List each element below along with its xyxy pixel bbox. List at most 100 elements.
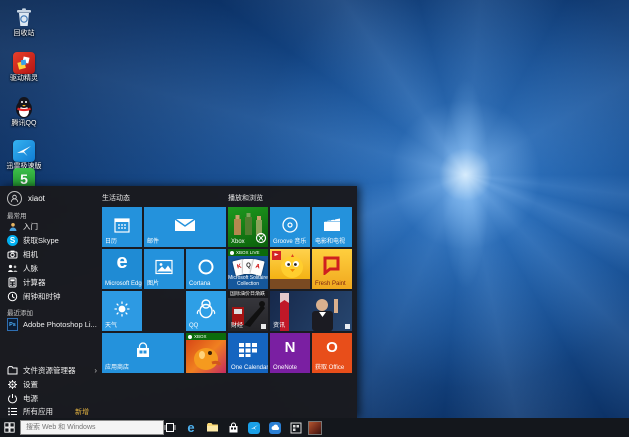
section-most-used: 最常用	[7, 210, 27, 220]
new-apps-badge: 新增	[75, 407, 89, 417]
tile-mail[interactable]: 邮件	[144, 207, 226, 247]
camera-icon	[7, 249, 18, 260]
qq-outline-icon	[196, 298, 216, 320]
photos-icon	[155, 260, 173, 275]
tile-onenote[interactable]: N OneNote	[270, 333, 310, 373]
task-view-button[interactable]	[163, 421, 177, 434]
tile-photos[interactable]: 图片	[144, 249, 184, 289]
taskbar-file-explorer-button[interactable]	[205, 421, 219, 434]
skype-icon: S	[7, 235, 18, 246]
tile-news[interactable]: 资讯	[270, 291, 352, 331]
folder-icon	[206, 422, 219, 433]
tile-label: 日历	[105, 239, 117, 245]
taskbar-metro-app-button[interactable]	[289, 421, 303, 434]
menu-item-file-explorer[interactable]: 文件资源管理器 ›	[7, 364, 97, 377]
thunder-bird-icon	[248, 422, 260, 434]
thunder-bird-icon	[13, 140, 35, 162]
sun-icon	[113, 300, 131, 318]
clock-icon	[7, 291, 18, 302]
taskbar-netdisk-button[interactable]	[268, 421, 282, 434]
xbox-badge: XBOX	[186, 333, 226, 340]
tile-edge[interactable]: e Microsoft Edge	[102, 249, 142, 289]
playing-card: A	[250, 259, 264, 276]
menu-item-label: 相机	[23, 249, 38, 260]
office-icon: O	[312, 339, 352, 356]
tile-label: 资讯	[273, 323, 285, 329]
tile-chick-game[interactable]	[270, 249, 310, 289]
taskbar-photo-viewer-button[interactable]	[308, 421, 322, 434]
fresh-paint-icon	[321, 255, 343, 275]
menu-item-get-skype[interactable]: S 获取Skype	[7, 234, 97, 247]
power-icon	[7, 393, 18, 404]
tile-xbox-game[interactable]: XBOX	[186, 333, 226, 373]
tile-label: 获取 Office	[315, 365, 344, 371]
menu-item-settings[interactable]: 设置	[7, 378, 97, 391]
menu-item-all-apps[interactable]: 所有应用 新增	[7, 405, 97, 418]
menu-item-label: 人脉	[23, 263, 38, 274]
onenote-icon: N	[270, 339, 310, 356]
get-started-icon	[7, 221, 18, 232]
tile-label: 财经	[231, 323, 243, 329]
xbox-live-badge: XBOX LIVE	[228, 249, 268, 256]
desktop-icon-label: 驱动精灵	[2, 75, 46, 83]
tile-store[interactable]: 应用商店	[102, 333, 184, 373]
xbox-ball-icon	[188, 335, 192, 339]
calendar-icon	[113, 216, 131, 234]
windows-logo-icon	[4, 422, 15, 433]
tile-label: Groove 音乐	[273, 239, 306, 245]
chick-art	[270, 249, 310, 289]
tile-label: QQ	[189, 323, 198, 329]
start-button[interactable]	[0, 418, 19, 437]
desktop-icon-tencent-qq[interactable]: 腾讯QQ	[2, 95, 46, 128]
tile-calendar[interactable]: 日历	[102, 207, 142, 247]
menu-item-alarms-clock[interactable]: 闹钟和时钟	[7, 290, 97, 303]
chevron-right-icon[interactable]: ›	[94, 366, 97, 375]
tile-cortana[interactable]: Cortana	[186, 249, 226, 289]
desktop-icon-recycle-bin[interactable]: 回收站	[2, 5, 46, 38]
desktop-icon-driver-genius[interactable]: 驱动精灵	[2, 51, 46, 83]
tile-one-calendar[interactable]: One Calendar	[228, 333, 268, 373]
tile-groove[interactable]: Groove 音乐	[270, 207, 310, 247]
xbox-ball-icon	[230, 251, 234, 255]
tile-fresh-paint[interactable]: Fresh Paint	[312, 249, 352, 289]
driver-genius-icon	[13, 52, 35, 74]
grid-app-icon	[290, 422, 302, 434]
taskbar-search-input[interactable]	[20, 420, 164, 435]
tile-money[interactable]: 国际油价日渐跌 财经	[228, 291, 268, 331]
recycle-bin-icon	[12, 5, 36, 29]
menu-item-camera[interactable]: 相机	[7, 248, 97, 261]
tile-get-office[interactable]: O 获取 Office	[312, 333, 352, 373]
tile-label: 电影和电视	[315, 239, 345, 245]
menu-item-label: 获取Skype	[23, 235, 59, 246]
file-explorer-icon	[7, 365, 18, 376]
taskbar-edge-button[interactable]: e	[184, 421, 198, 434]
menu-item-people[interactable]: 人脉	[7, 262, 97, 275]
taskbar-store-button[interactable]	[226, 421, 240, 434]
edge-icon: e	[102, 251, 142, 274]
all-apps-icon	[7, 406, 18, 417]
qq-penguin-icon	[12, 95, 36, 119]
menu-item-label: 文件资源管理器	[23, 365, 76, 376]
menu-item-label: 计算器	[23, 277, 46, 288]
tile-group-header-play: 播放和浏览	[228, 193, 263, 203]
menu-item-power[interactable]: 电源	[7, 392, 97, 405]
tile-qq[interactable]: QQ	[186, 291, 226, 331]
menu-item-photoshop[interactable]: Ps Adobe Photoshop Li... ›	[7, 318, 97, 331]
news-app-mini-icon	[345, 324, 350, 329]
tile-label: Fresh Paint	[315, 281, 346, 287]
user-profile[interactable]: xiaot	[7, 191, 45, 205]
menu-item-get-started[interactable]: 入门	[7, 220, 97, 233]
tile-label: 天气	[105, 323, 117, 329]
tile-xbox[interactable]: Xbox	[228, 207, 268, 247]
tile-movies-tv[interactable]: 电影和电视	[312, 207, 352, 247]
menu-item-label: 电源	[23, 393, 38, 404]
photoshop-icon: Ps	[7, 319, 18, 330]
menu-item-label: Adobe Photoshop Li...	[23, 320, 97, 329]
tile-weather[interactable]: 天气	[102, 291, 142, 331]
money-app-mini-icon	[261, 324, 266, 329]
people-icon	[7, 263, 18, 274]
tile-solitaire[interactable]: XBOX LIVE K Q A Microsoft Solitaire Coll…	[228, 249, 268, 289]
taskbar-thunder-button[interactable]	[247, 421, 261, 434]
menu-item-label: 闹钟和时钟	[23, 291, 61, 302]
menu-item-calculator[interactable]: 计算器	[7, 276, 97, 289]
